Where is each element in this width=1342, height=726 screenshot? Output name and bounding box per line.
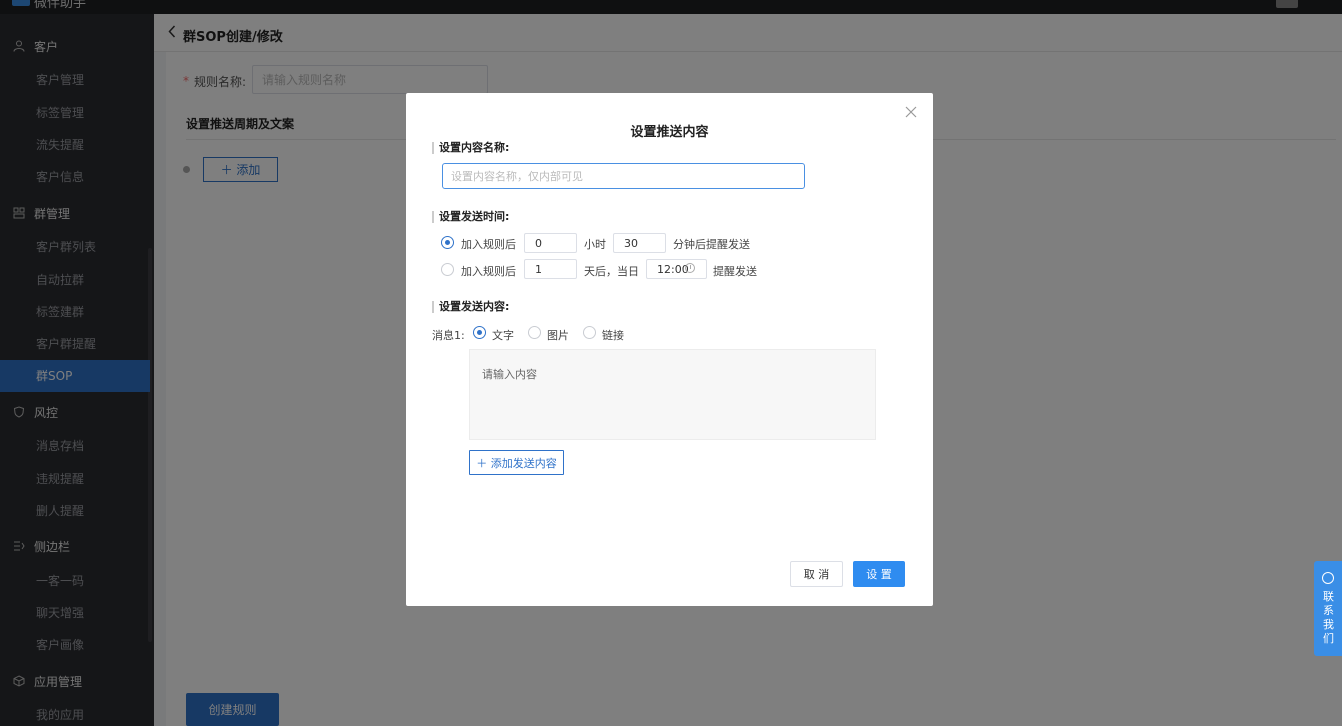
days-input[interactable]	[524, 259, 577, 279]
add-send-content-button[interactable]: ＋ 添加发送内容	[469, 450, 564, 475]
push-content-dialog: 设置推送内容 设置内容名称: 设置发送时间: 加入规则后 小时 分钟后提醒发送 …	[406, 93, 933, 606]
radio-link[interactable]	[583, 326, 596, 339]
hours-input[interactable]	[524, 233, 577, 253]
hours-unit: 小时	[584, 238, 606, 251]
dialog-title: 设置推送内容	[630, 125, 709, 140]
contact-us-label: 联系我们	[1323, 590, 1334, 645]
cancel-button[interactable]: 取 消	[790, 561, 843, 587]
close-icon[interactable]	[903, 105, 919, 121]
days-unit: 天后，当日	[584, 265, 639, 278]
send-time-label: 设置发送时间:	[432, 211, 509, 223]
option2-suffix: 提醒发送	[713, 265, 757, 278]
time-picker[interactable]: 12:00	[646, 259, 707, 279]
option1-prefix: 加入规则后	[461, 238, 516, 251]
send-content-label: 设置发送内容:	[432, 301, 509, 313]
option2-prefix: 加入规则后	[461, 265, 516, 278]
message-content-textarea[interactable]	[470, 350, 875, 439]
radio-days-after[interactable]	[441, 263, 454, 276]
contact-us-float[interactable]: 联系我们	[1314, 561, 1342, 656]
radio-text[interactable]	[473, 326, 486, 339]
minutes-input[interactable]	[613, 233, 666, 253]
confirm-button[interactable]: 设 置	[853, 561, 905, 587]
type-text-label: 文字	[492, 329, 514, 342]
message-label: 消息1:	[432, 329, 465, 342]
chat-icon	[1322, 572, 1334, 584]
type-link-label: 链接	[602, 329, 624, 342]
time-value: 12:00	[657, 263, 689, 276]
option1-suffix: 分钟后提醒发送	[673, 238, 750, 251]
clock-icon	[685, 263, 695, 273]
content-name-input[interactable]	[442, 163, 805, 189]
content-name-label: 设置内容名称:	[432, 142, 509, 154]
radio-image[interactable]	[528, 326, 541, 339]
type-image-label: 图片	[547, 329, 569, 342]
radio-minutes-after[interactable]	[441, 236, 454, 249]
message-content-area	[469, 349, 876, 440]
